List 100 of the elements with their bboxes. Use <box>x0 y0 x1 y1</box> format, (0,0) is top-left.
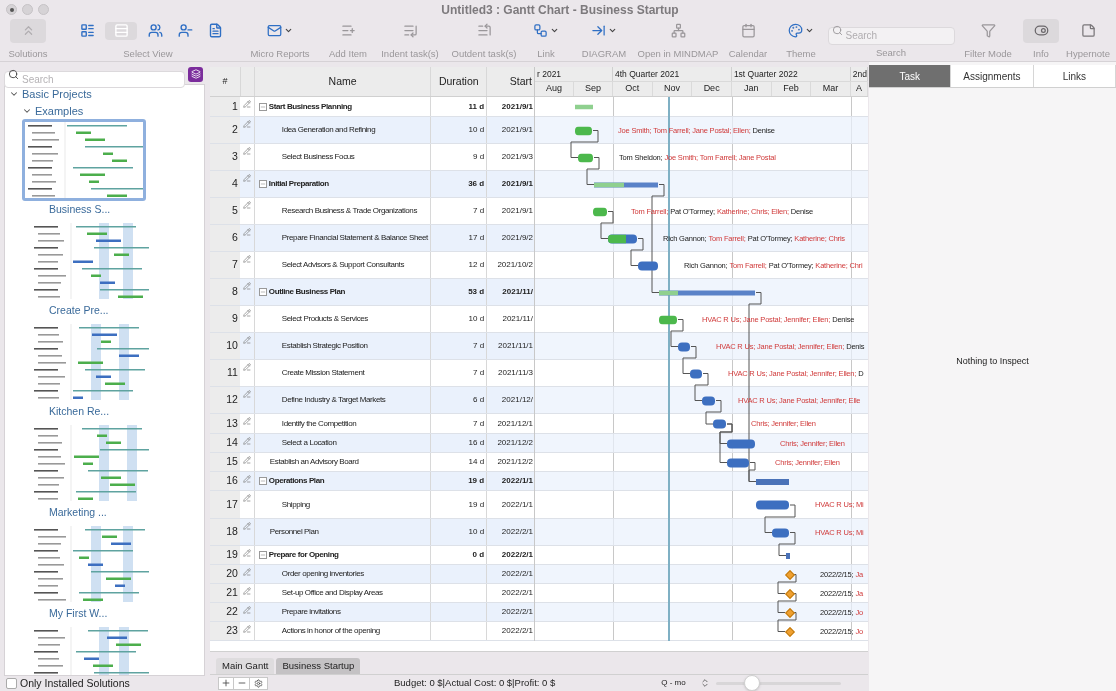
quarter-header: 4th Quarter 2021 <box>612 67 732 82</box>
add-button[interactable] <box>218 676 234 690</box>
row-number: 21 <box>210 584 240 602</box>
gantt-thumbnail[interactable] <box>31 526 149 602</box>
row-number: 16 <box>210 472 240 490</box>
tree-item[interactable]: Basic Projects <box>5 86 204 103</box>
task-bar[interactable] <box>678 342 690 351</box>
month-header: Feb <box>771 82 812 96</box>
task-bar[interactable] <box>727 458 749 467</box>
month-header: Aug <box>535 82 574 96</box>
task-name: Establish Strategic Position <box>281 340 368 352</box>
sheet-tab[interactable]: Business Startup <box>276 658 361 674</box>
start-cell: 2021/9/1 <box>486 171 534 197</box>
pencil-icon <box>242 522 251 530</box>
filter-icon <box>980 23 996 39</box>
start-cell: 2021/11/ <box>486 306 534 332</box>
summary-bar[interactable] <box>756 478 789 485</box>
duration-cell: 36 d <box>430 171 487 197</box>
search-field[interactable]: Search <box>4 70 185 88</box>
rows-icon <box>113 23 129 39</box>
search-icon <box>8 68 19 80</box>
task-bar[interactable] <box>608 234 637 243</box>
duration-cell: 16 d <box>430 434 487 452</box>
inspector-tab[interactable]: Assignments <box>951 65 1034 87</box>
pencil-icon <box>242 120 251 128</box>
summary-bar[interactable] <box>594 182 658 187</box>
totals-text: Budget: 0 $|Actual Cost: 0 $|Profit: 0 $ <box>394 675 556 690</box>
checkbox[interactable] <box>6 678 17 689</box>
start-cell: 2021/10/2 <box>486 252 534 278</box>
column-header[interactable]: Name <box>253 67 431 96</box>
tree-item[interactable]: Examples <box>5 102 204 119</box>
collapse-icon[interactable] <box>258 288 267 296</box>
thumbnail-label[interactable]: Marketing ... <box>49 504 107 523</box>
task-name: Initial Preparation <box>268 178 329 190</box>
column-header[interactable]: Start <box>486 67 534 96</box>
inspector-tab[interactable]: Links <box>1033 65 1116 87</box>
settings-button[interactable] <box>250 676 268 690</box>
pencil-icon <box>242 309 251 317</box>
task-bar[interactable] <box>772 528 789 537</box>
thumbnail-label[interactable]: Business S... <box>49 201 111 220</box>
task-name: Set-up Office and Display Areas <box>281 587 383 599</box>
thumbnail-label[interactable]: My First W... <box>49 605 108 624</box>
task-bar[interactable] <box>690 369 702 378</box>
duration-cell: 10 d <box>430 519 487 545</box>
pencil-icon <box>242 255 251 263</box>
task-bar[interactable] <box>638 261 658 270</box>
task-bar[interactable] <box>727 439 755 448</box>
start-cell: 2022/2/1 <box>486 584 534 602</box>
gantt-thumbnail[interactable] <box>31 425 149 501</box>
start-cell: 2021/11/1 <box>486 333 534 359</box>
column-header[interactable]: # <box>210 67 240 96</box>
start-cell: 2022/1/1 <box>486 472 534 490</box>
summary-bar[interactable] <box>659 290 755 295</box>
column-header[interactable]: Duration <box>430 67 487 96</box>
row-number: 10 <box>210 333 240 359</box>
task-bar[interactable] <box>575 126 592 135</box>
inspector-tab[interactable]: Task <box>869 65 952 87</box>
task-bar[interactable] <box>702 396 715 405</box>
collapse-icon[interactable] <box>258 180 267 188</box>
task-name: Operations Plan <box>268 475 325 487</box>
gantt-thumbnail[interactable] <box>31 223 149 299</box>
remove-button[interactable] <box>234 676 250 690</box>
gantt-thumbnail[interactable] <box>25 122 143 198</box>
layers-icon[interactable] <box>188 66 203 82</box>
gantt-thumbnail[interactable] <box>31 324 149 400</box>
task-bar[interactable] <box>659 315 677 324</box>
duration-cell: 53 d <box>430 279 487 305</box>
task-bar[interactable] <box>593 207 607 216</box>
window-title: Untitled3 : Gantt Chart - Business Startup <box>441 1 679 19</box>
sheet-tab[interactable]: Main Gantt <box>216 658 275 674</box>
collapse-icon[interactable] <box>258 551 267 559</box>
empty-message: Nothing to Inspect <box>956 354 1029 368</box>
pencil-icon <box>242 147 251 155</box>
task-bar[interactable] <box>713 419 726 429</box>
month-header: A <box>850 82 868 96</box>
summary-bar[interactable] <box>786 552 790 559</box>
start-cell: 2021/12/2 <box>486 434 534 452</box>
search-field[interactable]: Search <box>827 26 955 45</box>
outdent-icon <box>476 23 492 39</box>
row-number: 20 <box>210 565 240 583</box>
palette-icon <box>788 23 803 39</box>
thumbnail-label[interactable]: Create Pre... <box>49 302 109 321</box>
search-icon <box>831 25 843 36</box>
collapse-icon[interactable] <box>258 102 267 111</box>
pencil-icon <box>242 625 251 633</box>
connector-line <box>670 319 684 347</box>
thumbnail-label[interactable]: Kitchen Re... <box>49 403 110 422</box>
connector-line <box>777 612 797 632</box>
zoom-slider[interactable] <box>715 675 841 691</box>
row-number: 17 <box>210 491 240 518</box>
task-bar[interactable] <box>756 500 789 510</box>
pencil-icon <box>242 549 251 557</box>
close-button[interactable] <box>6 4 17 15</box>
pencil-icon <box>242 390 251 398</box>
start-cell: 2022/2/1 <box>486 565 534 583</box>
connector-line <box>682 346 697 374</box>
pencil-icon <box>242 417 251 425</box>
task-bar[interactable] <box>578 153 593 162</box>
collapse-icon[interactable] <box>258 477 267 485</box>
slider-thumb[interactable] <box>743 675 760 691</box>
